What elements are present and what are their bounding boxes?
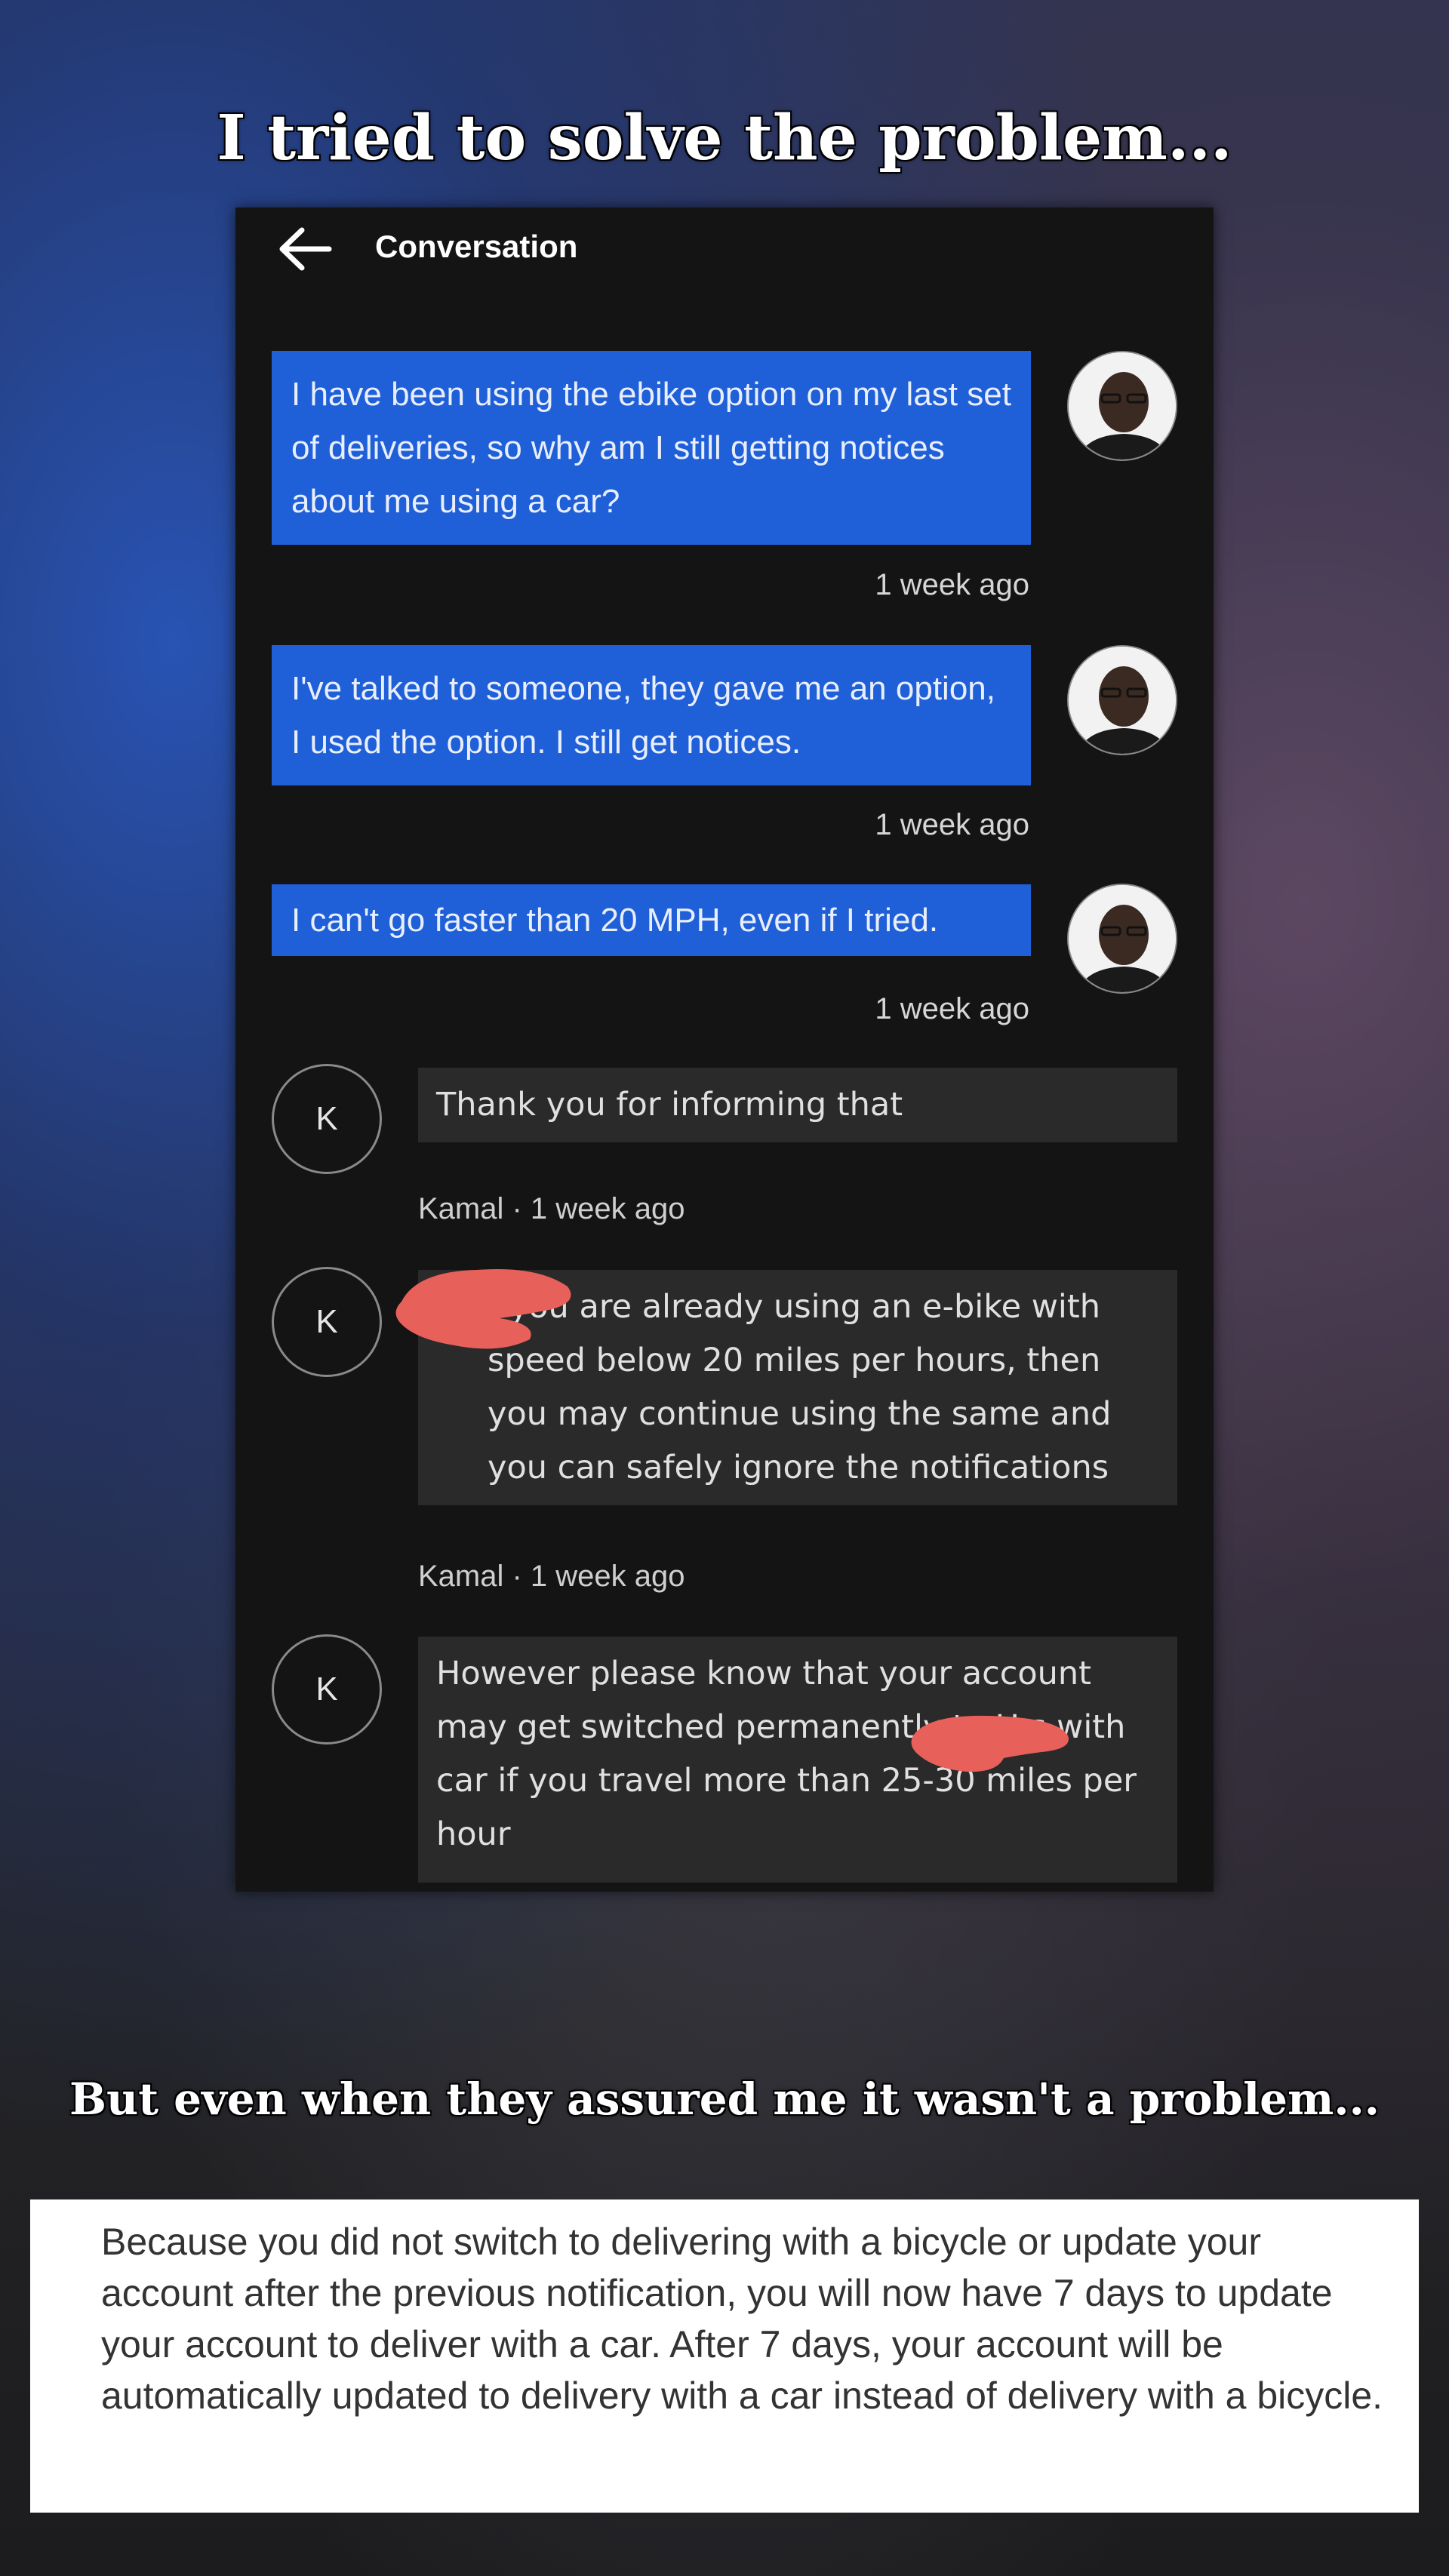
agent-meta: Kamal · 1 week ago [418,1560,685,1593]
user-avatar[interactable] [1067,645,1177,755]
page-title: Conversation [375,229,578,264]
agent-meta: Kamal · 1 week ago [418,1192,685,1225]
agent-message: Thank you for informing that [418,1068,1177,1142]
user-photo [1069,885,1176,992]
middle-caption: But even when they assured me it wasn't … [69,2073,1380,2125]
message-timestamp: 1 week ago [875,568,1029,601]
user-avatar[interactable] [1067,884,1177,994]
redaction-scribble [395,1268,571,1349]
message-timestamp: 1 week ago [875,808,1029,841]
user-photo [1069,647,1176,754]
agent-avatar[interactable]: K [272,1634,382,1744]
conversation-screen: Conversation I have been using the ebike… [235,207,1214,1892]
user-avatar[interactable] [1067,351,1177,461]
user-message: I can't go faster than 20 MPH, even if I… [272,884,1031,956]
arrow-left-icon[interactable] [275,224,335,274]
notification-screenshot: Because you did not switch to delivering… [30,2199,1419,2513]
notice-text: Because you did not switch to delivering… [101,2221,1383,2417]
message-timestamp: 1 week ago [875,992,1029,1025]
user-message: I've talked to someone, they gave me an … [272,645,1031,785]
user-photo [1069,352,1176,460]
redaction-scribble [911,1715,1069,1772]
user-message: I have been using the ebike option on my… [272,351,1031,545]
top-caption: I tried to solve the problem... [217,102,1232,174]
agent-avatar[interactable]: K [272,1064,382,1174]
top-bar: Conversation [235,207,1214,290]
agent-avatar[interactable]: K [272,1267,382,1377]
